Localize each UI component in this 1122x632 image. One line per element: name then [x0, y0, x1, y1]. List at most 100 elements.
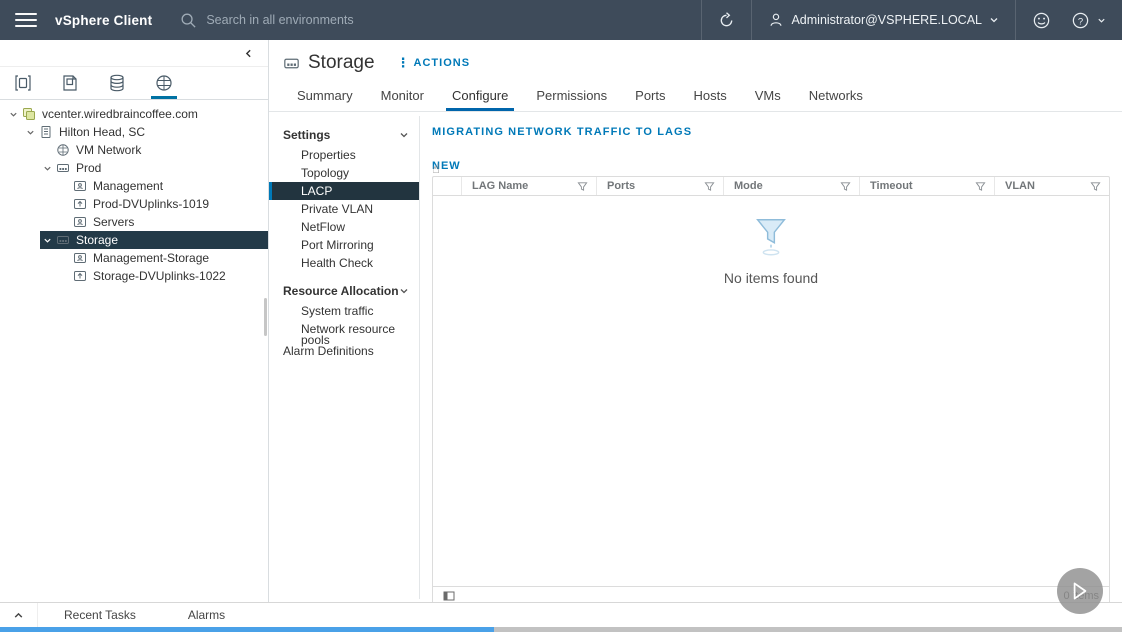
refresh-button[interactable] [702, 0, 751, 40]
table-header-row: LAG Name Ports Mode Timeout [433, 177, 1109, 196]
column-label: Ports [607, 180, 635, 192]
subnav-item-system-traffic[interactable]: System traffic [279, 302, 419, 320]
video-progress-bar[interactable] [0, 627, 1122, 632]
chevron-down-icon[interactable] [9, 110, 18, 119]
subnav-item-health-check[interactable]: Health Check [279, 254, 419, 272]
column-header-lag-name[interactable]: LAG Name [461, 177, 596, 195]
column-settings-icon[interactable] [443, 590, 455, 602]
expand-panel-button[interactable] [0, 603, 38, 627]
tab-summary[interactable]: Summary [283, 82, 367, 111]
tree-item-label: Hilton Head, SC [59, 125, 145, 139]
tree-item-prod[interactable]: Prod [40, 159, 268, 177]
tab-recent-tasks[interactable]: Recent Tasks [38, 608, 162, 622]
tree-item-label: Storage-DVUplinks-1022 [93, 269, 226, 283]
subnav-section-label: Settings [283, 128, 330, 142]
tab-networks[interactable]: Networks [795, 82, 877, 111]
play-icon [1067, 578, 1093, 604]
filter-icon[interactable] [1090, 181, 1101, 192]
tree-item-label: Management [93, 179, 163, 193]
actions-button[interactable]: ⋮ ACTIONS [397, 55, 471, 71]
storage-icon [107, 73, 127, 93]
subnav-item-port-mirroring[interactable]: Port Mirroring [279, 236, 419, 254]
chevron-down-icon [399, 130, 409, 140]
topbar-right-controls: Administrator@VSPHERE.LOCAL [701, 0, 1122, 40]
user-menu[interactable]: Administrator@VSPHERE.LOCAL [752, 0, 1015, 40]
sidebar-scrollbar[interactable] [264, 298, 267, 336]
help-icon [1071, 11, 1090, 30]
search-icon [180, 12, 197, 29]
subnav-section-resource-allocation[interactable]: Resource Allocation [279, 280, 419, 302]
tree-item-storage-dvuplinks[interactable]: Storage-DVUplinks-1022 [57, 267, 268, 285]
chevron-down-icon [1097, 16, 1106, 25]
subnav-item-network-resource-pools[interactable]: Network resource pools [279, 320, 419, 338]
tree-item-vm-network[interactable]: VM Network [40, 141, 268, 159]
table-header-spacer [433, 177, 461, 195]
vertical-ellipsis-icon: ⋮ [397, 55, 411, 71]
vcenter-icon [22, 107, 36, 121]
filter-icon[interactable] [840, 181, 851, 192]
column-header-vlan[interactable]: VLAN [994, 177, 1109, 195]
column-label: Timeout [870, 180, 913, 192]
user-name: Administrator@VSPHERE.LOCAL [791, 13, 982, 27]
subnav-item-properties[interactable]: Properties [279, 146, 419, 164]
filter-icon[interactable] [975, 181, 986, 192]
filter-icon[interactable] [704, 181, 715, 192]
datacenter-icon [39, 125, 53, 139]
tab-vms-and-templates[interactable] [55, 67, 85, 99]
tree-item-label: VM Network [76, 143, 141, 157]
portgroup-icon [73, 215, 87, 229]
tab-networking[interactable] [149, 67, 179, 99]
tree-item-prod-dvuplinks[interactable]: Prod-DVUplinks-1019 [57, 195, 268, 213]
tab-ports[interactable]: Ports [621, 82, 679, 111]
tree-item-servers[interactable]: Servers [57, 213, 268, 231]
tree-item-vcenter[interactable]: vcenter.wiredbraincoffee.com [6, 105, 268, 123]
empty-funnel-icon [748, 214, 794, 260]
tree-item-management[interactable]: Management [57, 177, 268, 195]
search-input[interactable] [206, 13, 446, 27]
mouse-cursor-icon: ☝ [432, 161, 440, 177]
tab-storage[interactable] [102, 67, 132, 99]
global-search[interactable] [180, 12, 446, 29]
subnav-item-netflow[interactable]: NetFlow [279, 218, 419, 236]
chevron-down-icon[interactable] [43, 164, 52, 173]
vms-templates-icon [60, 73, 80, 93]
subnav-item-alarm-definitions[interactable]: Alarm Definitions [279, 338, 419, 362]
feedback-button[interactable] [1016, 0, 1067, 40]
hamburger-menu-icon[interactable] [15, 13, 37, 27]
tree-item-label: Servers [93, 215, 134, 229]
column-header-ports[interactable]: Ports [596, 177, 723, 195]
subnav-item-topology[interactable]: Topology [279, 164, 419, 182]
tree-item-label: vcenter.wiredbraincoffee.com [42, 107, 198, 121]
sidebar-collapse-row [0, 40, 268, 67]
collapse-sidebar-icon[interactable] [243, 48, 254, 59]
tab-hosts[interactable]: Hosts [680, 82, 741, 111]
tree-item-storage-dvswitch[interactable]: Storage [40, 231, 268, 249]
tab-alarms[interactable]: Alarms [162, 608, 251, 622]
tab-configure[interactable]: Configure [438, 82, 522, 111]
inventory-icon-tabs [0, 67, 268, 100]
tab-permissions[interactable]: Permissions [522, 82, 621, 111]
refresh-icon [718, 12, 735, 29]
filter-icon[interactable] [577, 181, 588, 192]
subnav-item-lacp[interactable]: LACP [269, 182, 419, 200]
app-title: vSphere Client [55, 13, 152, 28]
subnav-item-private-vlan[interactable]: Private VLAN [279, 200, 419, 218]
play-overlay-button[interactable] [1057, 568, 1103, 614]
user-icon [768, 12, 784, 28]
tree-item-datacenter[interactable]: Hilton Head, SC [23, 123, 268, 141]
tree-item-label: Storage [76, 233, 118, 247]
column-header-timeout[interactable]: Timeout [859, 177, 994, 195]
tab-hosts-and-clusters[interactable] [8, 67, 38, 99]
tab-vms[interactable]: VMs [741, 82, 795, 111]
chevron-down-icon[interactable] [26, 128, 35, 137]
subnav-section-settings[interactable]: Settings [279, 124, 419, 146]
column-header-mode[interactable]: Mode [723, 177, 859, 195]
migrating-traffic-link[interactable]: MIGRATING NETWORK TRAFFIC TO LAGS [432, 126, 1110, 138]
hosts-clusters-icon [13, 73, 33, 93]
inventory-tree: vcenter.wiredbraincoffee.com Hilton Head… [0, 100, 268, 285]
chevron-down-icon[interactable] [43, 236, 52, 245]
tree-item-management-storage[interactable]: Management-Storage [57, 249, 268, 267]
column-label: VLAN [1005, 180, 1035, 192]
help-menu[interactable] [1067, 0, 1122, 40]
tab-monitor[interactable]: Monitor [367, 82, 438, 111]
